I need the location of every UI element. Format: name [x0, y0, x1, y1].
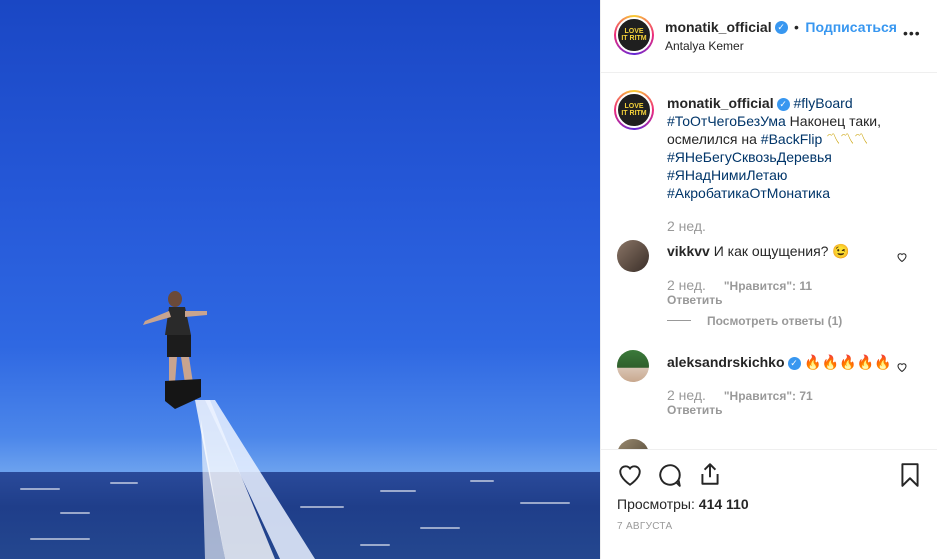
views-count: Просмотры: 414 110	[617, 496, 749, 512]
hashtag-link[interactable]: #ЯНеБегуСквозьДеревья	[667, 149, 832, 165]
comment-likes[interactable]: "Нравится": 71	[724, 389, 813, 403]
verified-icon: ✓	[776, 97, 790, 111]
caption-avatar[interactable]: LOVE IT RITM	[614, 90, 654, 130]
flyboard-rider	[143, 291, 207, 409]
comment-text: 🔥🔥🔥🔥🔥	[804, 354, 892, 370]
separator-dot: •	[794, 19, 799, 35]
author-username[interactable]: monatik_official	[665, 19, 772, 35]
reply-button[interactable]: Ответить	[667, 293, 722, 307]
water-jet	[195, 400, 315, 559]
post-actions: Просмотры: 414 110 7 АВГУСТА	[601, 449, 937, 560]
comment-time[interactable]: 2 нед.	[667, 277, 706, 293]
hashtag-link[interactable]: #АкробатикаОтМонатика	[667, 185, 830, 201]
heart-icon[interactable]	[617, 462, 643, 488]
caption-emoji: 〽〽〽	[822, 131, 869, 147]
view-replies-button[interactable]: Посмотреть ответы (1)	[707, 314, 842, 328]
caption-text: monatik_official ✓ #flyBoard #ТоОтЧегоБез…	[667, 94, 917, 202]
view-replies-line	[667, 320, 691, 321]
avatar-logo-text: LOVE IT RITM	[621, 28, 647, 42]
more-icon[interactable]: •••	[903, 25, 921, 41]
hashtag-link[interactable]: #BackFlip	[761, 131, 822, 147]
caption-fragment: Наконец таки,	[785, 113, 881, 129]
post-video[interactable]	[0, 0, 600, 559]
commenter-avatar[interactable]	[617, 350, 649, 382]
comment-likes[interactable]: "Нравится": 11	[724, 279, 812, 293]
comment-text: И как ощущения? 😉	[713, 243, 850, 259]
verified-icon: ✓	[774, 21, 788, 35]
comment-username[interactable]: vikkvv	[667, 243, 710, 259]
hashtag-link[interactable]: #ЯНадНимиЛетаю	[667, 167, 787, 183]
caption-username[interactable]: monatik_official	[667, 95, 774, 111]
comment-time[interactable]: 2 нед.	[667, 387, 706, 403]
commenter-avatar[interactable]	[617, 240, 649, 272]
comment-icon[interactable]	[657, 462, 683, 488]
comment-row: aleksandrskichko ✓ 🔥🔥🔥🔥🔥	[667, 353, 897, 371]
caption-time[interactable]: 2 нед.	[667, 218, 706, 234]
author-avatar[interactable]: LOVE IT RITM	[614, 15, 654, 55]
follow-button[interactable]: Подписаться	[805, 19, 897, 35]
hashtag-link[interactable]: #flyBoard	[793, 95, 852, 111]
views-value: 414 110	[698, 496, 749, 512]
post-date[interactable]: 7 АВГУСТА	[617, 521, 672, 532]
views-label: Просмотры:	[617, 496, 695, 512]
share-icon[interactable]	[697, 461, 723, 487]
reply-button[interactable]: Ответить	[667, 403, 722, 417]
bookmark-icon[interactable]	[897, 462, 923, 488]
comment-like-icon[interactable]	[896, 361, 908, 373]
comment-like-icon[interactable]	[896, 251, 908, 263]
comment-row: vikkvv И как ощущения? 😉	[667, 242, 887, 260]
verified-icon: ✓	[787, 356, 801, 370]
hashtag-link[interactable]: #ТоОтЧегоБезУма	[667, 113, 786, 129]
comments-area[interactable]: LOVE IT RITM monatik_official ✓ #flyBoard…	[601, 73, 937, 449]
caption-avatar-text: LOVE IT RITM	[621, 103, 647, 117]
commenter-avatar[interactable]	[617, 439, 649, 449]
location-link[interactable]: Antalya Kemer	[665, 39, 744, 53]
post-header: LOVE IT RITM monatik_official ✓ • Подписа…	[601, 0, 937, 73]
comment-username[interactable]: aleksandrskichko	[667, 354, 785, 370]
post-panel: LOVE IT RITM monatik_official ✓ • Подписа…	[600, 0, 937, 559]
caption-fragment: осмелился на	[667, 131, 761, 147]
